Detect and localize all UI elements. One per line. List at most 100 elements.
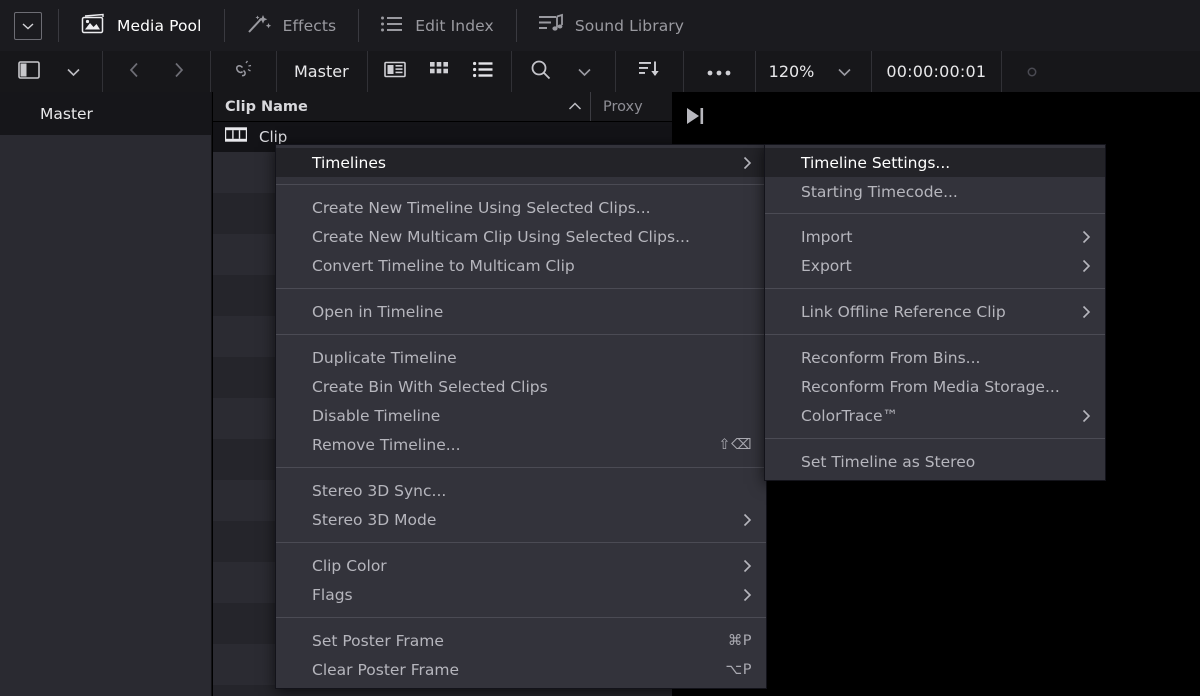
bin-name-label: Master	[294, 62, 349, 81]
tab-media-pool[interactable]: Media Pool	[58, 0, 224, 51]
sort-button[interactable]	[627, 51, 671, 92]
davinci-resolve-media-page: Media Pool Effects Edit Index Sound Libr…	[0, 0, 1200, 696]
sound-library-icon	[538, 13, 564, 38]
zoom-level-button[interactable]: 120%	[755, 51, 823, 92]
menu-item-create-bin-with-selected-clips[interactable]: Create Bin With Selected Clips	[276, 372, 766, 401]
menu-item-flags[interactable]: Flags	[276, 580, 766, 609]
menu-item-label: Clear Poster Frame	[312, 660, 460, 679]
record-indicator-button[interactable]	[1001, 51, 1063, 92]
menu-group: Timeline Settings... Starting Timecode..…	[765, 145, 1105, 209]
tab-effects[interactable]: Effects	[223, 0, 359, 51]
more-options-button[interactable]	[697, 51, 741, 92]
toolbar-group-timecode: 00:00:00:01	[871, 51, 1001, 92]
toolbar-group-zoom: 120%	[754, 51, 872, 92]
chevron-down-icon	[837, 62, 852, 81]
column-header-clip-name[interactable]: Clip Name	[213, 92, 590, 121]
effects-wand-icon	[246, 13, 272, 39]
tab-edit-index[interactable]: Edit Index	[358, 0, 516, 51]
list-view-button[interactable]	[461, 51, 505, 92]
menu-item-open-in-timeline[interactable]: Open in Timeline	[276, 297, 766, 326]
menu-separator	[765, 438, 1105, 439]
menu-item-remove-timeline[interactable]: Remove Timeline... ⇧⌫	[276, 430, 766, 459]
chevron-left-icon	[129, 62, 140, 82]
unlink-clips-button[interactable]	[210, 51, 276, 92]
menu-item-label: ColorTrace™	[801, 406, 899, 425]
menu-item-create-new-timeline-using-selected-clips[interactable]: Create New Timeline Using Selected Clips…	[276, 193, 766, 222]
menu-item-label: Link Offline Reference Clip	[801, 302, 1006, 321]
menu-item-label: Stereo 3D Mode	[312, 510, 437, 529]
chevron-down-icon	[14, 11, 42, 40]
toolbar-group-search	[510, 51, 615, 92]
forward-button[interactable]	[156, 51, 210, 92]
tab-label: Effects	[282, 16, 337, 35]
search-options-button[interactable]	[563, 51, 607, 92]
menu-item-reconform-from-bins[interactable]: Reconform From Bins...	[765, 343, 1105, 372]
menu-item-set-poster-frame[interactable]: Set Poster Frame ⌘P	[276, 626, 766, 655]
menu-item-label: Clip Color	[312, 556, 387, 575]
menu-item-clear-poster-frame[interactable]: Clear Poster Frame ⌥P	[276, 655, 766, 684]
zoom-dropdown-button[interactable]	[822, 51, 871, 92]
toolbar-group-sidebar	[0, 51, 102, 92]
sidebar-item-master[interactable]: Master	[0, 92, 212, 135]
menu-item-label: Stereo 3D Sync...	[312, 481, 447, 500]
menu-item-clip-color[interactable]: Clip Color	[276, 551, 766, 580]
menu-item-label: Remove Timeline...	[312, 435, 461, 454]
menu-item-label: Reconform From Media Storage...	[801, 377, 1060, 396]
chevron-right-icon	[742, 559, 752, 573]
go-to-end-button[interactable]	[684, 105, 706, 131]
menu-item-label: Export	[801, 256, 852, 275]
menu-item-label: Set Timeline as Stereo	[801, 452, 976, 471]
menu-item-label: Open in Timeline	[312, 302, 444, 321]
broken-link-icon	[232, 60, 254, 84]
menu-item-timelines[interactable]: Timelines	[276, 148, 766, 177]
menu-group: Clip Color Flags	[276, 547, 766, 613]
timecode-value: 00:00:00:01	[886, 62, 987, 81]
menu-item-export[interactable]: Export	[765, 251, 1105, 280]
menu-group: Set Poster Frame ⌘P Clear Poster Frame ⌥…	[276, 622, 766, 688]
column-header-proxy[interactable]: Proxy	[590, 92, 672, 121]
menu-item-reconform-from-media-storage[interactable]: Reconform From Media Storage...	[765, 372, 1105, 401]
menu-item-timeline-settings[interactable]: Timeline Settings...	[765, 148, 1105, 177]
metadata-view-button[interactable]	[373, 51, 417, 92]
menu-item-label: Reconform From Bins...	[801, 348, 981, 367]
menu-item-label: Starting Timecode...	[801, 182, 958, 201]
menu-item-create-new-multicam-clip-using-selected-clips[interactable]: Create New Multicam Clip Using Selected …	[276, 222, 766, 251]
menu-item-colortrace[interactable]: ColorTrace™	[765, 401, 1105, 430]
sidebar-toggle-button[interactable]	[0, 51, 51, 92]
chevron-right-icon	[173, 62, 184, 82]
menu-item-disable-timeline[interactable]: Disable Timeline	[276, 401, 766, 430]
timecode-field[interactable]: 00:00:00:01	[871, 51, 1001, 92]
menu-item-label: Set Poster Frame	[312, 631, 444, 650]
menu-item-convert-timeline-to-multicam-clip[interactable]: Convert Timeline to Multicam Clip	[276, 251, 766, 280]
menu-item-set-timeline-as-stereo[interactable]: Set Timeline as Stereo	[765, 447, 1105, 476]
menu-separator	[276, 288, 766, 289]
menu-separator	[765, 334, 1105, 335]
sidebar-item-label: Master	[40, 104, 93, 123]
menu-item-starting-timecode[interactable]: Starting Timecode...	[765, 177, 1105, 206]
menu-separator	[765, 288, 1105, 289]
thumbnail-view-button[interactable]	[417, 51, 461, 92]
menu-item-stereo-3d-mode[interactable]: Stereo 3D Mode	[276, 505, 766, 534]
context-menu: Timelines Create New Timeline Using Sele…	[275, 144, 767, 689]
menu-item-label: Create New Timeline Using Selected Clips…	[312, 198, 651, 217]
chevron-right-icon	[1081, 259, 1091, 273]
media-pool-icon	[80, 13, 106, 39]
menu-item-import[interactable]: Import	[765, 222, 1105, 251]
column-label: Proxy	[603, 98, 643, 115]
metadata-view-icon	[383, 61, 406, 82]
menu-item-label: Create New Multicam Clip Using Selected …	[312, 227, 690, 246]
menu-item-link-offline-reference-clip[interactable]: Link Offline Reference Clip	[765, 297, 1105, 326]
chevron-down-icon	[66, 62, 81, 81]
menu-item-duplicate-timeline[interactable]: Duplicate Timeline	[276, 343, 766, 372]
tab-sound-library[interactable]: Sound Library	[515, 0, 706, 51]
menu-item-label: Create Bin With Selected Clips	[312, 377, 548, 396]
back-button[interactable]	[102, 51, 156, 92]
menu-separator	[276, 334, 766, 335]
bin-tree-sidebar: Master	[0, 92, 212, 696]
sidebar-dropdown-button[interactable]	[51, 51, 102, 92]
current-bin-name: Master	[276, 51, 367, 92]
tab-label: Edit Index	[415, 16, 494, 35]
menu-item-stereo-3d-sync[interactable]: Stereo 3D Sync...	[276, 476, 766, 505]
panel-dropdown-button[interactable]	[0, 0, 58, 51]
search-button[interactable]	[519, 51, 563, 92]
